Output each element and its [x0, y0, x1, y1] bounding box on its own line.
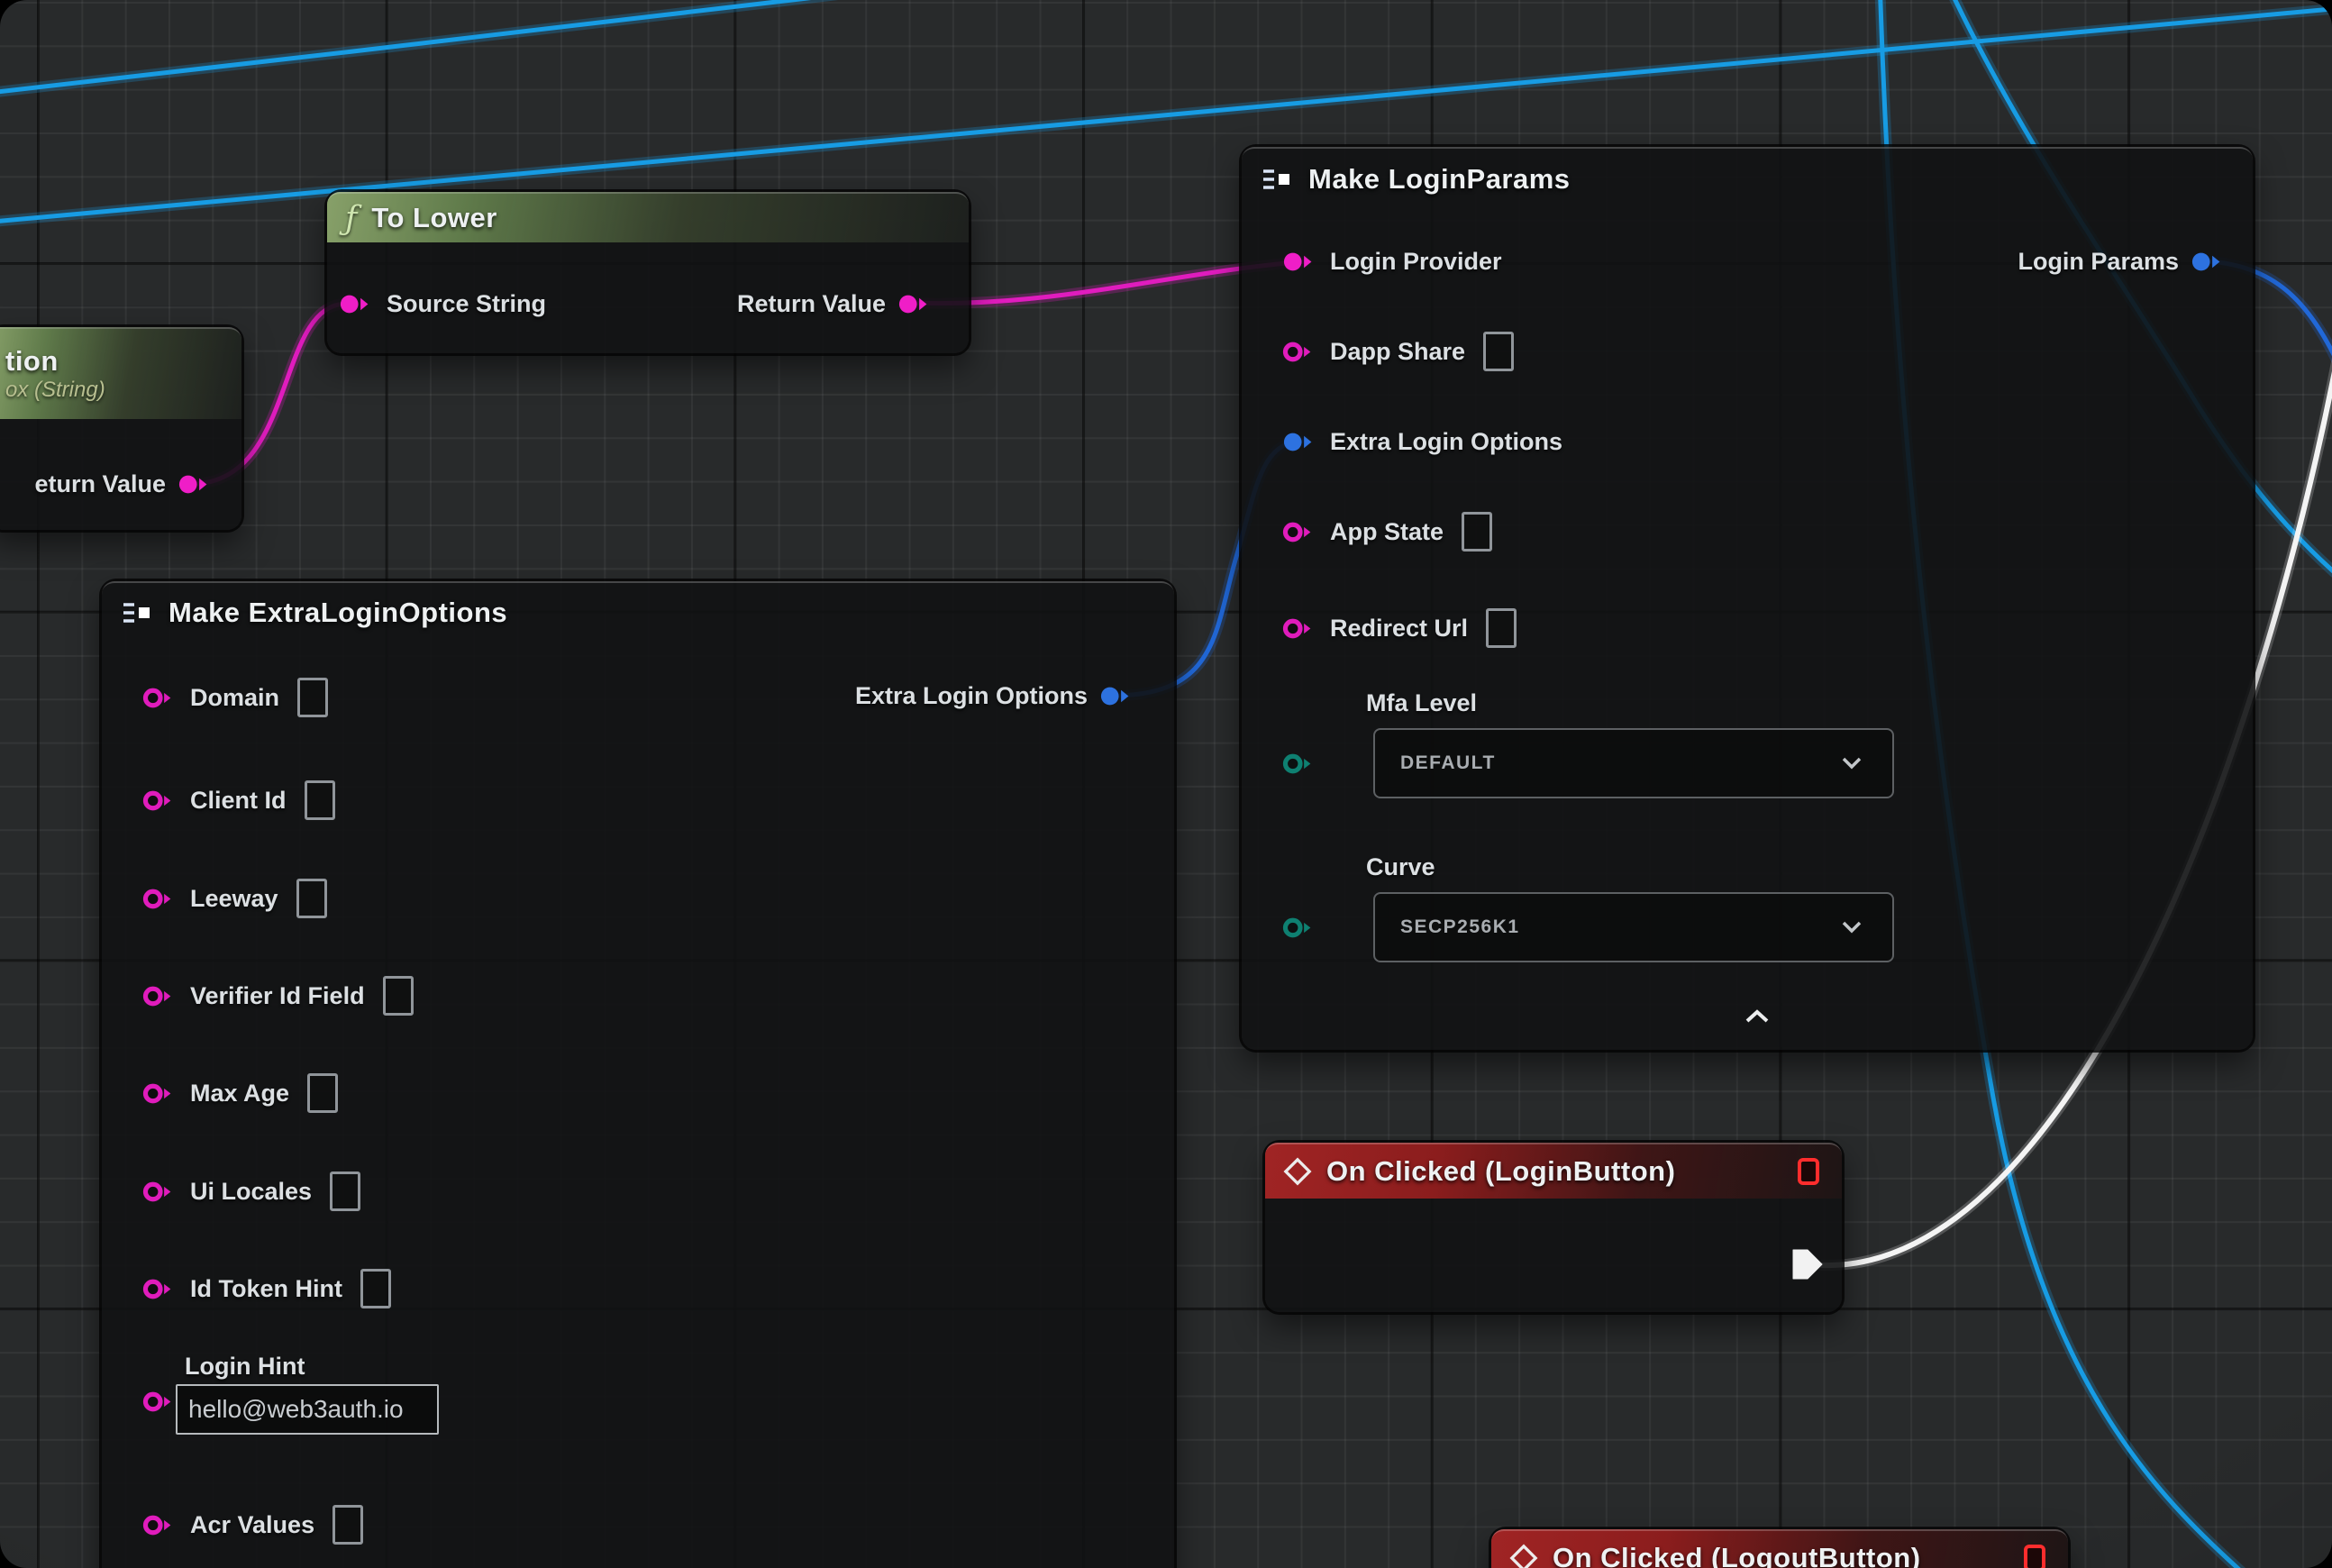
blueprint-canvas[interactable]: tion ox (String) eturn Value ƒ To Lower … [0, 0, 2332, 1568]
acr-values-pin-icon[interactable] [140, 1511, 181, 1539]
leeway-checkbox[interactable] [296, 879, 327, 918]
login-hint-input[interactable] [176, 1384, 439, 1435]
curve-pin-icon[interactable] [1280, 914, 1321, 942]
app-state-pin-icon[interactable] [1280, 518, 1321, 546]
pin-label: Extra Login Options [855, 682, 1088, 710]
node-callfunction-partial[interactable]: tion ox (String) eturn Value [0, 327, 241, 530]
domain-checkbox[interactable] [297, 678, 328, 717]
function-f-icon: ƒ [345, 200, 357, 237]
id-token-hint-checkbox[interactable] [360, 1269, 391, 1308]
pin-label: Max Age [190, 1080, 289, 1108]
node-onclicked-loginbutton-header[interactable]: On Clicked (LoginButton) [1265, 1143, 1842, 1199]
client-id-checkbox[interactable] [305, 780, 335, 820]
extra-login-options-out-pin-icon[interactable] [1097, 682, 1138, 710]
event-diamond-icon [1509, 1544, 1538, 1568]
node-title: To Lower [371, 202, 496, 234]
redirect-url-pin-icon[interactable] [1280, 615, 1321, 643]
dapp-share-checkbox[interactable] [1483, 332, 1514, 371]
return-value-pin-icon[interactable] [175, 470, 216, 498]
curve-group: Curve SECP256K1 [1280, 853, 1894, 962]
node-title: On Clicked (LogoutButton) [1553, 1542, 1921, 1568]
login-hint-group: Login Hint [140, 1353, 439, 1435]
source-string-pin-icon[interactable] [336, 290, 378, 318]
blueprint-editor: tion ox (String) eturn Value ƒ To Lower … [0, 0, 2332, 1568]
pin-label: Redirect Url [1330, 615, 1468, 643]
make-struct-icon [1260, 165, 1294, 194]
verifier-id-field-checkbox[interactable] [383, 976, 414, 1016]
redirect-url-checkbox[interactable] [1486, 608, 1517, 648]
curve-dropdown[interactable]: SECP256K1 [1373, 892, 1894, 962]
node-subtitle: ox (String) [5, 378, 105, 403]
pin-label: Extra Login Options [1330, 428, 1562, 456]
node-make-extraloginoptions-header[interactable]: Make ExtraLoginOptions [102, 581, 1174, 642]
node-onclicked-logoutbutton[interactable]: On Clicked (LogoutButton) [1491, 1529, 2068, 1568]
app-state-checkbox[interactable] [1462, 512, 1492, 552]
node-to-lower-header[interactable]: ƒ To Lower [327, 192, 969, 242]
node-title: Make LoginParams [1308, 163, 1571, 196]
mfa-level-dropdown[interactable]: DEFAULT [1373, 728, 1894, 798]
node-make-loginparams-header[interactable]: Make LoginParams [1242, 147, 2253, 209]
delegate-square-icon [1797, 1157, 1820, 1186]
node-callfunction-partial-header[interactable]: tion ox (String) [0, 327, 241, 419]
curve-label: Curve [1366, 853, 1894, 881]
dapp-share-pin-icon[interactable] [1280, 338, 1321, 366]
node-onclicked-loginbutton[interactable]: On Clicked (LoginButton) [1265, 1143, 1842, 1312]
pin-label: Id Token Hint [190, 1275, 342, 1303]
delegate-square-icon [2023, 1544, 2046, 1568]
event-diamond-icon [1283, 1157, 1312, 1186]
max-age-pin-icon[interactable] [140, 1080, 181, 1108]
id-token-hint-pin-icon[interactable] [140, 1275, 181, 1303]
extra-login-options-in-pin-icon[interactable] [1280, 428, 1321, 456]
mfa-level-group: Mfa Level DEFAULT [1280, 689, 1894, 798]
pin-label: Domain [190, 684, 279, 712]
login-hint-label: Login Hint [185, 1353, 439, 1381]
mfa-level-label: Mfa Level [1366, 689, 1894, 717]
exec-out-pin-icon[interactable] [1790, 1244, 1826, 1284]
domain-pin-icon[interactable] [140, 684, 181, 712]
curve-value: SECP256K1 [1400, 916, 1520, 938]
pin-label: Login Provider [1330, 248, 1502, 276]
wire-cyan-topleft-1[interactable] [0, 0, 1007, 95]
pin-label: App State [1330, 518, 1444, 546]
ui-locales-checkbox[interactable] [330, 1171, 360, 1211]
node-make-loginparams[interactable]: Make LoginParams Login Provider Dapp Sha… [1242, 147, 2253, 1050]
pin-label: Client Id [190, 787, 287, 815]
mfa-level-pin-icon[interactable] [1280, 750, 1321, 778]
pin-label: Source String [387, 290, 546, 318]
acr-values-checkbox[interactable] [332, 1505, 363, 1545]
chevron-up-icon [1744, 1009, 1770, 1024]
login-hint-pin-icon[interactable] [140, 1388, 181, 1416]
login-params-out-pin-icon[interactable] [2188, 248, 2229, 276]
pin-label: Login Params [2018, 248, 2179, 276]
make-struct-icon [120, 598, 154, 627]
chevron-down-icon [1842, 757, 1862, 770]
pin-label: Leeway [190, 885, 278, 913]
client-id-pin-icon[interactable] [140, 787, 181, 815]
return-value-pin-icon[interactable] [895, 290, 936, 318]
verifier-id-field-pin-icon[interactable] [140, 982, 181, 1010]
pin-label: Verifier Id Field [190, 982, 365, 1010]
node-onclicked-logoutbutton-header[interactable]: On Clicked (LogoutButton) [1491, 1529, 2068, 1568]
collapse-node-button[interactable] [1739, 1005, 1775, 1028]
node-title: tion [5, 345, 59, 378]
node-title: On Clicked (LoginButton) [1326, 1155, 1675, 1188]
node-make-extraloginoptions[interactable]: Make ExtraLoginOptions Domain Client Id … [102, 581, 1174, 1568]
node-to-lower[interactable]: ƒ To Lower Source String Return Value [327, 192, 969, 353]
max-age-checkbox[interactable] [307, 1073, 338, 1113]
pin-label: Ui Locales [190, 1178, 312, 1206]
chevron-down-icon [1842, 921, 1862, 934]
pin-label: eturn Value [34, 470, 166, 498]
pin-label: Acr Values [190, 1511, 314, 1539]
login-provider-pin-icon[interactable] [1280, 248, 1321, 276]
pin-label: Dapp Share [1330, 338, 1465, 366]
mfa-level-value: DEFAULT [1400, 752, 1496, 774]
ui-locales-pin-icon[interactable] [140, 1178, 181, 1206]
leeway-pin-icon[interactable] [140, 885, 181, 913]
node-title: Make ExtraLoginOptions [169, 597, 507, 629]
pin-label: Return Value [737, 290, 886, 318]
